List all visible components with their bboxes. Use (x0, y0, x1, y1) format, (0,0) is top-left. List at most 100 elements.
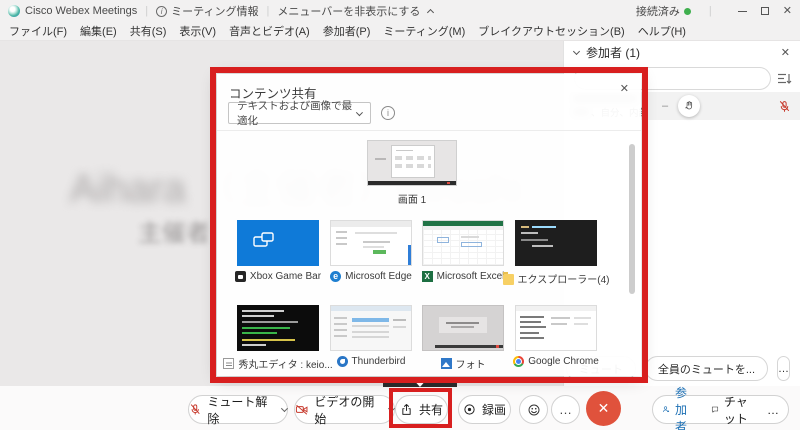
menu-participants[interactable]: 参加者(P) (323, 23, 371, 39)
dialog-divider (217, 130, 641, 131)
sort-icon[interactable] (777, 72, 792, 85)
panels-toggle-group: 参加者 チャット … (652, 395, 789, 424)
hide-menubar-button[interactable]: メニューバーを非表示にする (277, 3, 433, 19)
app-label: Thunderbird (352, 356, 406, 367)
raise-hand-icon[interactable] (678, 95, 700, 117)
smiley-icon (527, 403, 541, 417)
mic-muted-icon (189, 403, 201, 416)
menu-file[interactable]: ファイル(F) (9, 23, 67, 39)
record-button[interactable]: 録画 (458, 395, 511, 424)
xbox-icon (235, 271, 246, 282)
chrome-icon (513, 356, 524, 367)
app-label: エクスプローラー(4) (518, 271, 610, 286)
share-app-item[interactable]: Thunderbird (330, 305, 412, 367)
participants-icon (662, 403, 670, 416)
start-video-button[interactable]: ビデオの開始 (294, 395, 395, 424)
share-button[interactable]: 共有 (395, 395, 448, 424)
folder-icon (503, 274, 514, 285)
close-window-icon[interactable]: ✕ (783, 6, 792, 17)
thunderbird-thumbnail (330, 305, 412, 351)
photos-thumbnail (422, 305, 504, 351)
participant-dash: – (662, 100, 668, 112)
menu-audio-video[interactable]: 音声とビデオ(A) (229, 23, 310, 39)
edge-icon: e (330, 271, 341, 282)
menu-share[interactable]: 共有(S) (130, 23, 167, 39)
screen-thumbnail (367, 140, 457, 186)
close-dialog-icon[interactable]: ✕ (620, 82, 629, 95)
xbox-thumbnail (237, 220, 319, 266)
close-panel-icon[interactable]: ✕ (781, 46, 790, 59)
excel-icon: X (422, 271, 433, 282)
chat-icon (711, 403, 719, 416)
app-title: Cisco Webex Meetings (25, 5, 137, 17)
optimize-select-value: テキストおよび画像で最適化 (237, 98, 357, 128)
share-app-item[interactable]: X Microsoft Excel (422, 220, 504, 282)
record-label: 録画 (482, 401, 506, 418)
mute-all-button[interactable]: 全員のミュートを... (645, 356, 768, 381)
photos-icon (441, 358, 452, 369)
chevron-up-icon (427, 9, 434, 16)
chevron-down-icon[interactable] (573, 47, 580, 54)
app-label: Xbox Game Bar (250, 271, 321, 282)
menu-meeting[interactable]: ミーティング(M) (383, 23, 465, 39)
share-app-item[interactable]: エクスプローラー(4) (515, 220, 597, 286)
menubar: ファイル(F) 編集(E) 共有(S) 表示(V) 音声とビデオ(A) 参加者(… (0, 22, 800, 41)
participant-muted-mic-icon (778, 100, 791, 113)
app-label: フォト (456, 356, 486, 371)
app-label: Google Chrome (528, 356, 599, 367)
webex-logo-icon (8, 5, 20, 17)
camera-off-icon (295, 403, 308, 416)
panel-more-button[interactable]: … (777, 356, 790, 381)
record-icon (463, 403, 476, 416)
panels-more-button[interactable]: … (767, 403, 779, 417)
share-app-item[interactable]: e Microsoft Edge (330, 220, 412, 282)
menu-breakout[interactable]: ブレイクアウトセッション(B) (478, 23, 624, 39)
share-label: 共有 (419, 401, 443, 418)
titlebar-divider: | (267, 5, 270, 17)
hide-menubar-label: メニューバーを非表示にする (277, 3, 420, 19)
edge-thumbnail (330, 220, 412, 266)
chevron-down-icon[interactable] (281, 405, 288, 412)
participants-title: 参加者 (1) (586, 44, 640, 61)
meeting-info-button[interactable]: i ミーティング情報 (156, 3, 258, 19)
reactions-button[interactable] (519, 395, 548, 424)
unmute-button[interactable]: ミュート解除 (188, 395, 288, 424)
share-app-item[interactable]: 秀丸エディタ : keio... (237, 305, 319, 371)
start-video-label: ビデオの開始 (314, 393, 383, 427)
dialog-scrollbar[interactable] (629, 144, 635, 294)
menu-view[interactable]: 表示(V) (179, 23, 216, 39)
menu-edit[interactable]: 編集(E) (80, 23, 117, 39)
more-options-button[interactable]: … (551, 395, 580, 424)
webex-window: Cisco Webex Meetings | i ミーティング情報 | メニュー… (0, 0, 800, 430)
share-app-item[interactable]: Xbox Game Bar (237, 220, 319, 282)
hidemaru-thumbnail (237, 305, 319, 351)
maximize-icon[interactable] (761, 7, 769, 15)
share-app-item[interactable]: フォト (422, 305, 504, 371)
titlebar-divider: | (145, 5, 148, 17)
participants-toggle[interactable]: 参加者 (675, 384, 697, 430)
meeting-info-label: ミーティング情報 (171, 3, 258, 19)
thunderbird-icon (337, 356, 348, 367)
chrome-thumbnail (515, 305, 597, 351)
optimize-info-icon[interactable]: i (381, 106, 395, 120)
titlebar-divider: | (709, 5, 712, 17)
share-icon (400, 403, 413, 416)
chat-toggle[interactable]: チャット (724, 393, 753, 427)
share-screen-item[interactable]: 画面 1 (367, 140, 457, 206)
app-label: Microsoft Excel (437, 271, 505, 282)
unmute-label: ミュート解除 (207, 393, 276, 427)
control-bar: ミュート解除 ビデオの開始 共有 (0, 386, 800, 430)
explorer-thumbnail (515, 220, 597, 266)
connection-status: 接続済み (636, 3, 691, 19)
dialog-pointer-arrow (383, 378, 457, 387)
minimize-icon[interactable] (738, 11, 747, 12)
speaker-role: 主催者 (138, 213, 210, 248)
app-label: Microsoft Edge (345, 271, 412, 282)
excel-thumbnail (422, 220, 504, 266)
optimize-select[interactable]: テキストおよび画像で最適化 (228, 102, 371, 124)
share-app-item[interactable]: Google Chrome (515, 305, 597, 367)
participants-header: 参加者 (1) ✕ (564, 41, 800, 63)
menu-help[interactable]: ヘルプ(H) (638, 23, 686, 39)
titlebar: Cisco Webex Meetings | i ミーティング情報 | メニュー… (0, 0, 800, 22)
leave-meeting-button[interactable]: ✕ (586, 391, 621, 426)
